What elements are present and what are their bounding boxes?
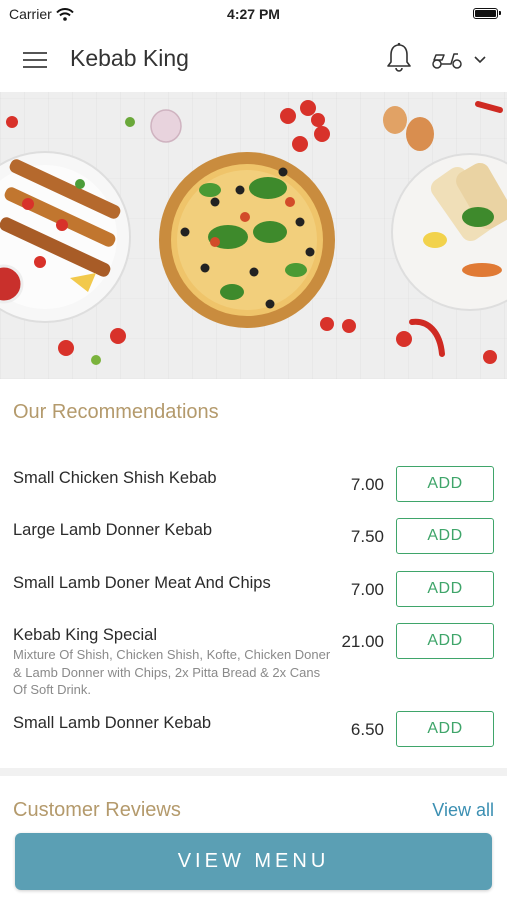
item-price: 7.50	[350, 527, 384, 546]
item-price: 21.00	[341, 632, 384, 651]
add-button[interactable]: ADD	[396, 571, 494, 607]
bell-icon[interactable]	[384, 42, 414, 74]
battery-icon	[473, 8, 501, 19]
food-banner-image	[0, 100, 507, 365]
scooter-icon[interactable]	[430, 48, 464, 70]
add-button[interactable]: ADD	[396, 711, 494, 747]
restaurant-title: Kebab King	[70, 45, 189, 71]
item-name: Large Lamb Donner Kebab	[13, 521, 213, 539]
status-time: 4:27 PM	[227, 6, 280, 22]
item-price: 6.50	[350, 720, 384, 739]
item-price: 7.00	[350, 475, 384, 494]
add-button[interactable]: ADD	[396, 623, 494, 659]
section-divider	[0, 768, 507, 776]
add-button[interactable]: ADD	[396, 518, 494, 554]
add-button[interactable]: ADD	[396, 466, 494, 502]
hero-banner	[0, 92, 507, 379]
app-header: Kebab King	[0, 28, 507, 92]
item-name: Small Lamb Doner Meat And Chips	[13, 574, 271, 592]
view-all-reviews-link[interactable]: View all	[432, 800, 494, 821]
item-name: Small Chicken Shish Kebab	[13, 469, 217, 487]
item-price: 7.00	[350, 580, 384, 599]
reviews-heading: Customer Reviews	[13, 799, 181, 821]
status-bar: Carrier 4:27 PM	[0, 0, 507, 28]
view-menu-button[interactable]: VIEW MENU	[15, 833, 492, 890]
hamburger-menu-icon[interactable]	[22, 49, 48, 71]
item-name: Kebab King Special	[13, 626, 158, 644]
chevron-down-icon[interactable]	[472, 54, 488, 66]
item-name: Small Lamb Donner Kebab	[13, 714, 212, 732]
item-description: Mixture Of Shish, Chicken Shish, Kofte, …	[13, 647, 331, 697]
recommendations-heading: Our Recommendations	[13, 401, 219, 423]
